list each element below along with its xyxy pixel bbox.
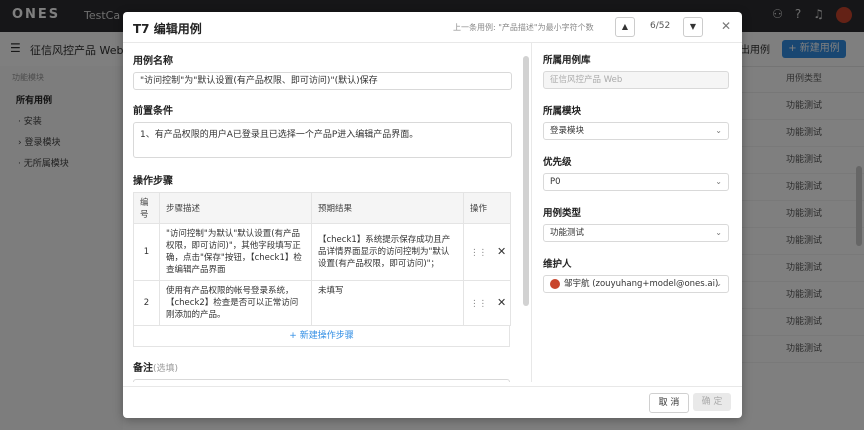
owner-label: 维护人 [543, 259, 572, 270]
close-icon[interactable]: ✕ [721, 19, 731, 33]
case-name-input[interactable]: "访问控制"为"默认设置(有产品权限、即可访问)"(默认)保存 [133, 72, 512, 90]
case-type-label: 用例类型 [543, 208, 582, 219]
table-row: 1 "访问控制"为默认"默认设置(有产品权限，即可访问)"，其他字段填写正确，点… [133, 223, 511, 281]
case-type-select[interactable]: 功能测试 ⌄ [543, 224, 729, 242]
steps-header-no: 编号 [133, 192, 160, 224]
table-row: 2 使用有产品权限的帐号登录系统，【check2】检查是否可以正常访问刚添加的产… [133, 280, 511, 326]
steps-label: 操作步骤 [133, 176, 173, 187]
chevron-down-icon: ⌄ [715, 177, 722, 186]
drag-handle-icon[interactable]: ⋮⋮ [470, 248, 487, 258]
owner-select[interactable]: 邹宇航 (zouyuhang+model@ones.ai) ⌄ [543, 275, 729, 293]
delete-step-icon[interactable]: ✕ [497, 245, 506, 258]
library-select: 征信风控产品 Web [543, 71, 729, 89]
steps-table: 编号 步骤描述 预期结果 操作 1 "访问控制"为默认"默认设置(有产品权限，即… [133, 192, 511, 326]
case-properties: 所属用例库 征信风控产品 Web 所属模块 登录模块 ⌄ 优先级 P0 ⌄ 用例类型… [543, 52, 729, 307]
remark-editor[interactable]: 正文 ⌄ 默认 ⌄ A ⌄ A ⌄ B ∞ ☰ ≡ I U A ❝ ▣ [133, 379, 510, 382]
module-value: 登录模块 [550, 126, 585, 136]
cancel-button[interactable]: 取 消 [649, 393, 689, 413]
priority-label: 优先级 [543, 157, 572, 168]
precondition-label: 前置条件 [133, 106, 173, 117]
precondition-input[interactable]: 1、有产品权限的用户A已登录且已选择一个产品P进入编辑产品界面。 [133, 122, 512, 158]
prev-case-button[interactable]: ▲ [615, 17, 635, 37]
chevron-down-icon: ⌄ [715, 228, 722, 237]
remark-label: 备注(选填) [133, 359, 512, 374]
step-actions: ⋮⋮ ✕ [463, 223, 511, 281]
column-divider [531, 42, 532, 382]
owner-value: 邹宇航 (zouyuhang+model@ones.ai) [564, 279, 719, 289]
form-scrollbar[interactable] [523, 56, 529, 306]
delete-step-icon[interactable]: ✕ [497, 296, 506, 309]
editor-toolbar: 正文 ⌄ 默认 ⌄ A ⌄ A ⌄ B ∞ ☰ ≡ I U A ❝ ▣ [134, 380, 509, 382]
remark-label-text: 备注 [133, 363, 153, 374]
chevron-down-icon: ⌄ [715, 126, 722, 135]
case-counter: 6/52 [650, 21, 671, 31]
step-number: 1 [133, 223, 160, 281]
case-type-value: 功能测试 [550, 228, 585, 238]
library-value: 征信风控产品 Web [550, 75, 623, 85]
module-label: 所属模块 [543, 106, 582, 117]
modal-footer: 取 消 确 定 [123, 386, 742, 419]
optional-tag: (选填) [153, 364, 179, 374]
modal-header: T7 编辑用例 上一条用例: "产品描述"为最小字符个数 ▲ 6/52 ▼ ✕ [123, 12, 742, 43]
steps-header-desc: 步骤描述 [159, 192, 312, 224]
library-label: 所属用例库 [543, 55, 591, 66]
step-expected[interactable]: 未填写 [311, 280, 464, 326]
steps-header-expected: 预期结果 [311, 192, 464, 224]
module-select[interactable]: 登录模块 ⌄ [543, 122, 729, 140]
priority-select[interactable]: P0 ⌄ [543, 173, 729, 191]
step-description[interactable]: 使用有产品权限的帐号登录系统，【check2】检查是否可以正常访问刚添加的产品。 [159, 280, 312, 326]
add-step-button[interactable]: + 新建操作步骤 [133, 326, 510, 347]
step-number: 2 [133, 280, 160, 326]
case-name-label: 用例名称 [133, 56, 173, 67]
drag-handle-icon[interactable]: ⋮⋮ [470, 299, 487, 309]
step-expected[interactable]: 【check1】系统提示保存成功且产品详情界面显示的访问控制为"默认设置(有产品… [311, 223, 464, 281]
next-case-button[interactable]: ▼ [683, 17, 703, 37]
previous-case-hint: 上一条用例: "产品描述"为最小字符个数 [453, 23, 594, 32]
modal-main-form: 用例名称 "访问控制"为"默认设置(有产品权限、即可访问)"(默认)保存 前置条… [133, 52, 512, 382]
step-actions: ⋮⋮ ✕ [463, 280, 511, 326]
step-description[interactable]: "访问控制"为默认"默认设置(有产品权限，即可访问)"，其他字段填写正确，点击"… [159, 223, 312, 281]
edit-case-modal: T7 编辑用例 上一条用例: "产品描述"为最小字符个数 ▲ 6/52 ▼ ✕ … [123, 12, 742, 418]
confirm-button[interactable]: 确 定 [693, 393, 731, 411]
steps-header-action: 操作 [463, 192, 511, 224]
modal-title: T7 编辑用例 [133, 22, 202, 36]
chevron-down-icon: ⌄ [715, 279, 722, 288]
owner-avatar [550, 278, 560, 289]
priority-value: P0 [550, 177, 561, 187]
